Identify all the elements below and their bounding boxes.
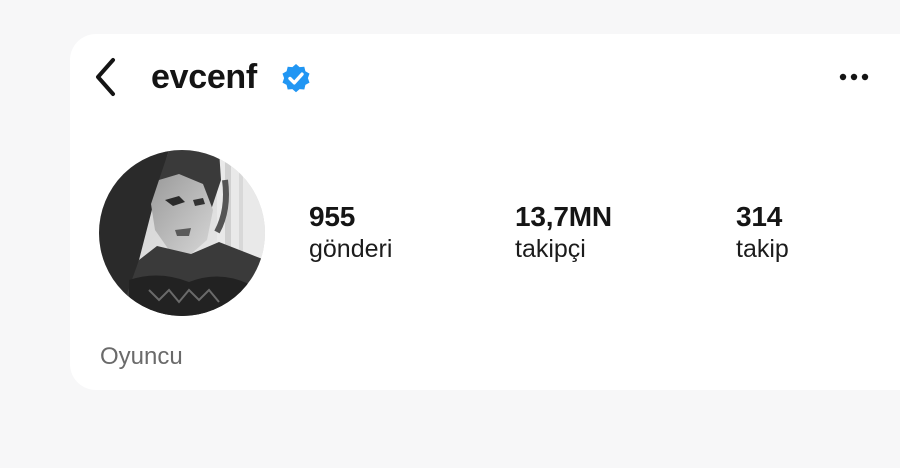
back-button[interactable] <box>88 53 124 101</box>
profile-avatar[interactable] <box>99 150 265 316</box>
profile-username: evcenf <box>151 58 257 96</box>
avatar-image <box>99 150 265 316</box>
stat-following[interactable]: 314 takip <box>736 200 789 264</box>
stat-posts-label: gönderi <box>309 235 393 263</box>
profile-card: evcenf 955 gönderi 13,7MN takipçi 314 ta… <box>70 34 900 390</box>
profile-bio: Oyuncu <box>100 343 183 370</box>
stat-following-value: 314 <box>736 201 783 232</box>
more-options-icon <box>839 73 869 81</box>
stat-posts[interactable]: 955 gönderi <box>309 200 392 264</box>
stat-following-label: takip <box>736 235 789 263</box>
stat-followers-value: 13,7MN <box>515 201 612 232</box>
stat-followers-label: takipçi <box>515 235 586 263</box>
more-options-button[interactable] <box>834 62 874 92</box>
stat-posts-value: 955 <box>309 201 356 232</box>
verified-badge-icon <box>282 64 310 93</box>
chevron-left-icon <box>96 58 115 96</box>
stat-followers[interactable]: 13,7MN takipçi <box>515 200 612 264</box>
